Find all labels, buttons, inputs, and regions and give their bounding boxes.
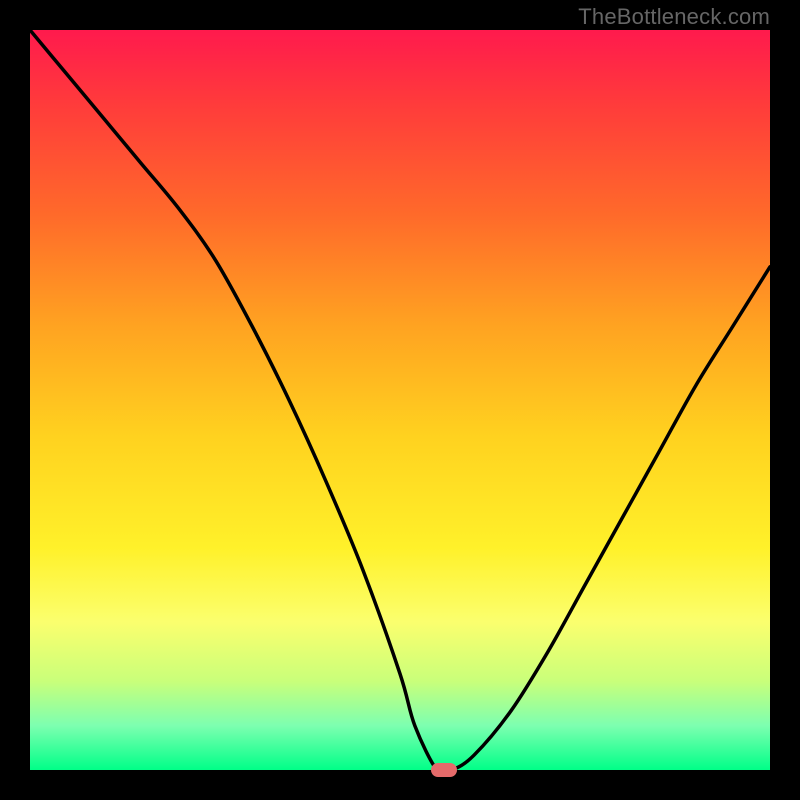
- optimum-marker: [431, 763, 457, 777]
- bottleneck-curve: [30, 30, 770, 770]
- plot-area: [30, 30, 770, 770]
- attribution-text: TheBottleneck.com: [578, 4, 770, 30]
- curve-svg: [30, 30, 770, 770]
- chart-frame: TheBottleneck.com: [0, 0, 800, 800]
